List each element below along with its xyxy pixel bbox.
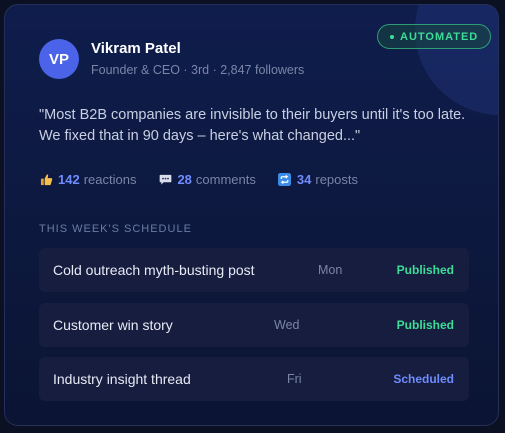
schedule-item-title: Customer win story xyxy=(53,317,173,333)
schedule-item-day: Mon xyxy=(318,263,343,277)
comments-stat[interactable]: 28 comments xyxy=(158,172,256,187)
schedule-item-title: Industry insight thread xyxy=(53,371,191,387)
schedule-row[interactable]: Industry insight thread Fri Scheduled xyxy=(39,357,469,401)
schedule-row[interactable]: Cold outreach myth-busting post Mon Publ… xyxy=(39,248,469,292)
comment-bubble-icon xyxy=(158,173,172,187)
schedule-item-status: Published xyxy=(396,263,454,277)
reposts-stat[interactable]: 34 reposts xyxy=(278,172,358,187)
schedule-item-day: Wed xyxy=(274,318,300,332)
reactions-label: reactions xyxy=(83,172,137,187)
reactions-stat[interactable]: 142 reactions xyxy=(39,172,136,187)
schedule-item-day: Fri xyxy=(287,372,302,386)
engagement-stats: 142 reactions 28 comments 34 reposts xyxy=(39,172,380,187)
author-name[interactable]: Vikram Patel xyxy=(91,40,181,57)
thumbs-up-icon xyxy=(39,173,53,187)
schedule-heading: THIS WEEK'S SCHEDULE xyxy=(39,223,192,235)
avatar[interactable]: VP xyxy=(39,39,79,79)
avatar-initials: VP xyxy=(48,50,69,68)
status-dot-icon xyxy=(390,34,394,39)
post-card: AUTOMATED VP Vikram Patel Founder & CEO … xyxy=(4,4,499,426)
reposts-label: reposts xyxy=(315,172,358,187)
automated-badge: AUTOMATED xyxy=(377,24,492,49)
decorative-glow xyxy=(415,5,498,115)
comments-count: 28 xyxy=(177,172,192,187)
reposts-count: 34 xyxy=(296,172,312,187)
post-text: "Most B2B companies are invisible to the… xyxy=(39,107,466,144)
author-meta: Founder & CEO · 3rd · 2,847 followers xyxy=(91,63,305,77)
comments-label: comments xyxy=(195,172,256,187)
schedule-row[interactable]: Customer win story Wed Published xyxy=(39,303,469,347)
schedule-item-status: Scheduled xyxy=(393,372,454,386)
schedule-item-title: Cold outreach myth-busting post xyxy=(53,262,255,278)
repost-icon xyxy=(278,173,292,187)
schedule-item-status: Published xyxy=(396,318,454,332)
reactions-count: 142 xyxy=(58,172,80,187)
badge-label: AUTOMATED xyxy=(400,30,479,43)
